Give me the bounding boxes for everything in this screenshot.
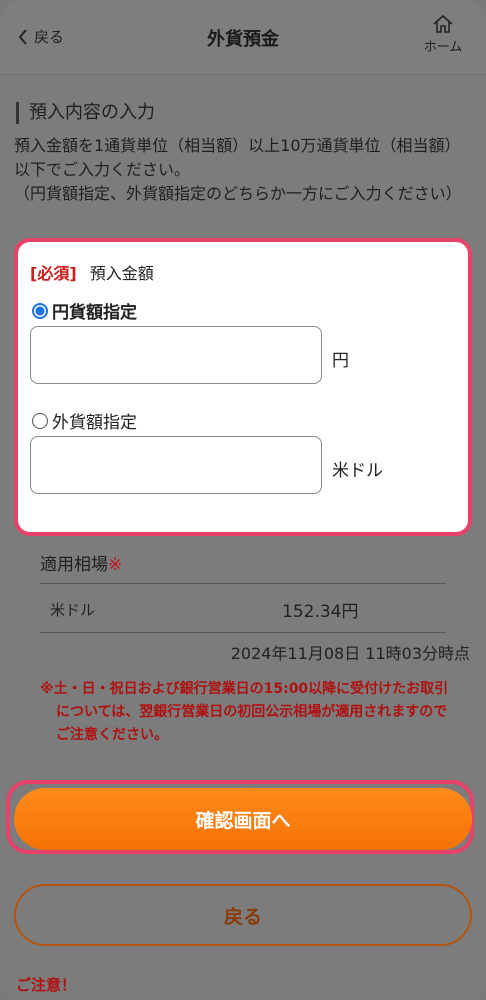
jpy-unit-label: 円 <box>332 351 349 371</box>
rate-row: 米ドル 152.34円 <box>40 584 446 633</box>
home-label: ホーム <box>423 40 463 55</box>
amount-label-row: [必須] 預入金額 <box>30 260 154 284</box>
rate-timestamp: 2024年11月08日 11時03分時点 <box>230 644 470 663</box>
rate-title: 適用相場※ <box>40 550 446 584</box>
applied-rate-block: 適用相場※ 米ドル 152.34円 <box>40 550 446 633</box>
radio-selected-icon[interactable] <box>32 302 48 319</box>
required-badge: [必須] <box>30 264 77 283</box>
app-screen: 戻る 外貨預金 ホーム 預入内容の入力 預入金額を1通貨単位（相当額）以上10万… <box>0 0 486 1000</box>
amount-input-card: [必須] 預入金額 円貨額指定 円 外貨額指定 米ドル <box>14 238 472 536</box>
confirm-button[interactable]: 確認画面へ <box>14 788 472 850</box>
radio-fx-amount[interactable]: 外貨額指定 <box>32 408 137 433</box>
instruction-line-1: 預入金額を1通貨単位（相当額）以上10万通貨単位（相当額）以下でご入力ください。 <box>14 136 461 179</box>
radio-unselected-icon[interactable] <box>32 412 48 429</box>
rate-notice-text: ※土・日・祝日および銀行営業日の15:00以降に受付けたお取引については、翌銀行… <box>40 681 449 743</box>
radio-jpy-amount[interactable]: 円貨額指定 <box>32 298 137 323</box>
page-title: 外貨預金 <box>207 29 279 50</box>
home-icon <box>433 14 453 33</box>
radio-jpy-label: 円貨額指定 <box>52 303 137 323</box>
amount-label: 預入金額 <box>89 264 154 283</box>
home-button[interactable]: ホーム <box>418 14 468 55</box>
rate-value: 152.34円 <box>282 602 359 622</box>
header-bar: 戻る 外貨預金 ホーム <box>0 0 486 75</box>
rate-currency: 米ドル <box>50 601 96 619</box>
instruction-line-2: （円貨額指定、外貨額指定のどちらか一方にご入力ください） <box>14 184 462 203</box>
rate-title-text: 適用相場 <box>40 555 108 575</box>
jpy-amount-input[interactable] <box>30 326 322 384</box>
caution-heading: ご注意！ <box>16 976 77 994</box>
radio-fx-label: 外貨額指定 <box>52 413 137 433</box>
instruction-text: 預入金額を1通貨単位（相当額）以上10万通貨単位（相当額）以下でご入力ください。… <box>14 134 474 206</box>
rate-notice: ※土・日・祝日および銀行営業日の15:00以降に受付けたお取引については、翌銀行… <box>40 678 460 747</box>
back-button[interactable]: 戻る <box>14 884 472 946</box>
fx-amount-input[interactable] <box>30 436 322 494</box>
rate-title-mark: ※ <box>108 555 123 575</box>
fx-unit-label: 米ドル <box>332 461 383 481</box>
section-title: 預入内容の入力 <box>16 102 155 124</box>
